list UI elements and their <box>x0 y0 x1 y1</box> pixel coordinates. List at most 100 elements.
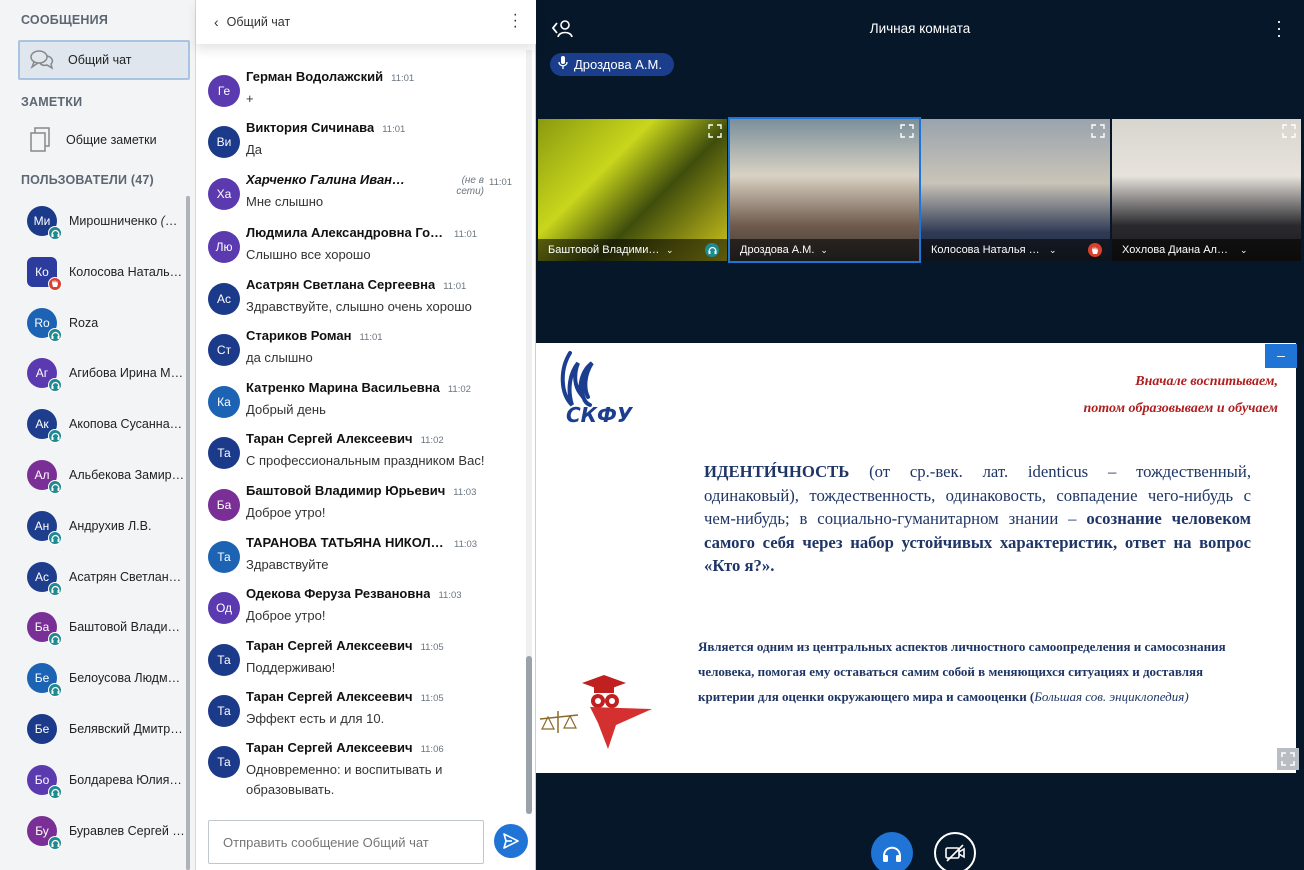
user-name: Болдарева Юлия Александровна <box>69 773 185 787</box>
message-header: Таран Сергей Алексеевич 11:05 <box>246 638 508 653</box>
avatar: Бу <box>27 815 62 850</box>
message-author: Харченко Галина Ивановна <box>246 172 411 187</box>
room-options-icon[interactable]: · · · <box>1276 12 1282 44</box>
avatar-initials: Ro <box>34 315 50 330</box>
minimize-presentation-button[interactable]: – <box>1265 344 1297 368</box>
user-list-item[interactable]: Бу Буравлев Сергей Николаевич <box>0 806 186 856</box>
message-author: ТАРАНОВА ТАТЬЯНА НИКОЛАЕВНА <box>246 535 446 550</box>
user-list-item[interactable]: Ак Акопова Сусанна Владимировна <box>0 399 186 449</box>
user-name-text: Андрухив Л.В. <box>69 518 152 533</box>
message-author: Таран Сергей Алексеевич <box>246 689 413 704</box>
avatar: Бе <box>27 663 62 698</box>
video-tile-name[interactable]: Хохлова Диана Александровна ⌄ <box>1112 239 1301 261</box>
video-tile[interactable]: Хохлова Диана Александровна ⌄ <box>1112 119 1301 261</box>
user-name: Альбекова Замира Юсуповна <box>69 468 185 482</box>
fullscreen-presentation-button[interactable] <box>1277 748 1299 770</box>
avatar: Аг <box>27 358 62 393</box>
public-chat-label: Общий чат <box>68 53 132 67</box>
expand-video-icon[interactable] <box>899 123 915 139</box>
user-list-item[interactable]: Ми Мирошниченко (Вы) <box>0 196 186 246</box>
user-list-item[interactable]: Ба Баштовой Владимир Юрьевич <box>0 602 186 652</box>
public-chat-item[interactable]: Общий чат <box>18 40 190 80</box>
message-text: Да <box>246 142 263 157</box>
video-tile-name[interactable]: Баштовой Владимир Юрьевич ⌄ <box>538 239 727 261</box>
chat-scrollbar[interactable] <box>526 50 532 814</box>
description-text: Является одним из центральных аспектов л… <box>698 634 1243 709</box>
user-list-item[interactable]: Ко Колосова Наталья Анатольевна <box>0 247 186 297</box>
fullscreen-icon <box>1281 752 1295 766</box>
user-name: Колосова Наталья Анатольевна <box>69 265 185 279</box>
message-author: Таран Сергей Алексеевич <box>246 740 413 755</box>
notes-section-title: ЗАМЕТКИ <box>21 95 83 109</box>
video-tile[interactable]: Баштовой Владимир Юрьевич ⌄ <box>538 119 727 261</box>
message-author: Виктория Сичинава <box>246 120 375 135</box>
users-scrollbar-thumb[interactable] <box>186 196 190 870</box>
university-logo-text: СКФУ <box>566 403 633 427</box>
avatar: Бо <box>27 764 62 799</box>
user-list-item[interactable]: Бе Белявский Дмитрий Сергеевич <box>0 704 186 754</box>
users-scrollbar[interactable] <box>186 196 190 870</box>
avatar: Ба <box>208 489 240 521</box>
message-time: 11:01 <box>382 124 406 135</box>
message-header: Виктория Сичинава 11:01 <box>246 120 508 135</box>
headphones-status-icon <box>48 378 62 393</box>
user-list-item[interactable]: Бо Болдарева Юлия Александровна <box>0 755 186 805</box>
user-list-item[interactable]: Ан Андрухив Л.В. <box>0 501 186 551</box>
message-header: ТАРАНОВА ТАТЬЯНА НИКОЛАЕВНА 11:03 <box>246 535 508 550</box>
user-list-item[interactable]: Ал Альбекова Замира Юсуповна <box>0 450 186 500</box>
user-name-text: Буравлев Сергей Николаевич <box>69 823 185 838</box>
headphones-status-icon <box>705 243 719 257</box>
expand-video-icon[interactable] <box>707 123 723 139</box>
message-header: Таран Сергей Алексеевич 11:05 <box>246 689 508 704</box>
chat-options-icon[interactable]: · · · <box>513 7 518 35</box>
chat-scrollbar-thumb[interactable] <box>526 656 532 814</box>
shared-notes-item[interactable]: Общие заметки <box>18 120 190 160</box>
avatar-initials: Ст <box>216 343 232 357</box>
avatar-initials: Лю <box>215 240 233 254</box>
message-time: 11:01 <box>454 229 478 240</box>
avatar-initials: Бу <box>35 823 49 838</box>
message-time: 11:03 <box>438 590 462 601</box>
headphones-status-icon <box>48 835 62 850</box>
user-name: Мирошниченко (Вы) <box>69 214 185 228</box>
avatar-initials: Ге <box>217 84 231 98</box>
motto-line-1: Вначале воспитываем, <box>1135 374 1278 389</box>
chat-message-input[interactable] <box>208 820 484 864</box>
message-author: Герман Водолажский <box>246 69 384 84</box>
message-author: Таран Сергей Алексеевич <box>246 638 413 653</box>
video-tile[interactable]: Дроздова А.М. ⌄ <box>728 117 921 263</box>
chevron-down-icon: ⌄ <box>666 244 674 255</box>
expand-video-icon[interactable] <box>1281 123 1297 139</box>
avatar-initials: Ан <box>34 518 50 533</box>
video-tile[interactable]: Колосова Наталья Анатольевна ⌄ <box>921 119 1110 261</box>
notes-icon <box>18 127 62 153</box>
message-header: Стариков Роман 11:01 <box>246 328 508 343</box>
user-list-item[interactable]: Ro Roza <box>0 298 186 348</box>
user-list-item[interactable]: Бе Белоусова Людмила Ивановна <box>0 653 186 703</box>
raised-hand-icon <box>48 276 62 291</box>
avatar: Ви <box>208 126 240 158</box>
avatar-initials: Та <box>217 550 231 564</box>
video-button[interactable] <box>934 832 976 870</box>
message-text: Эффект есть и для 10. <box>246 711 385 726</box>
definition-term: ИДЕНТИ́ЧНОСТЬ <box>704 462 850 481</box>
avatar: Та <box>208 541 240 573</box>
message-time: 11:01 <box>443 281 467 292</box>
message-header: Герман Водолажский 11:01 <box>246 69 508 84</box>
user-list-item[interactable]: Аг Агибова Ирина Михайловна <box>0 348 186 398</box>
user-name-text: Асатрян Светлана Сергеевна <box>69 569 185 584</box>
video-tile-name[interactable]: Дроздова А.М. ⌄ <box>730 239 919 261</box>
avatar-initials: Ба <box>216 498 232 512</box>
message-time: 11:05 <box>420 693 444 704</box>
owl-illustration <box>538 671 658 753</box>
back-chevron-icon[interactable]: ‹ <box>214 14 219 30</box>
expand-video-icon[interactable] <box>1090 123 1106 139</box>
video-tile-name[interactable]: Колосова Наталья Анатольевна ⌄ <box>921 239 1110 261</box>
avatar-initials: Та <box>217 653 231 667</box>
send-button[interactable] <box>494 824 528 858</box>
user-name-text: Баштовой Владимир Юрьевич <box>69 620 185 635</box>
audio-button[interactable] <box>871 832 913 870</box>
message-time: 11:03 <box>454 539 478 550</box>
user-list-item[interactable]: Ас Асатрян Светлана Сергеевна <box>0 552 186 602</box>
users-list: Ми Мирошниченко (Вы) Ко Колосова Наталья Ан… <box>0 196 186 870</box>
